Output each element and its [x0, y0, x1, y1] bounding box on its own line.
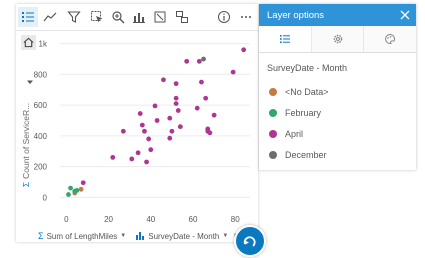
legend-item[interactable]: <No Data> — [269, 81, 416, 102]
scatter-point[interactable] — [173, 81, 179, 87]
scatter-point[interactable] — [154, 118, 160, 123]
legend-item[interactable]: February — [269, 102, 416, 123]
x-tick-label: 20 — [104, 215, 113, 224]
gear-icon — [333, 34, 342, 44]
x-tick-label: 0 — [64, 215, 69, 224]
legend-label: <No Data> — [285, 86, 329, 97]
legend-icon[interactable] — [18, 7, 38, 27]
scatter-point[interactable] — [211, 112, 217, 118]
legend-list: <No Data> February April December — [259, 81, 416, 165]
tab-appearance[interactable] — [363, 26, 417, 52]
legend-item[interactable]: December — [269, 144, 416, 165]
y-tick-label: 800 — [34, 70, 48, 79]
info-icon[interactable] — [214, 7, 234, 27]
y-tick-label: 1k — [39, 40, 48, 49]
scatter-point[interactable] — [173, 101, 179, 106]
scatter-point[interactable] — [201, 56, 206, 62]
scatter-point[interactable] — [129, 156, 135, 162]
legend-section-title: SurveyDate - Month — [267, 63, 348, 73]
scatter-point[interactable] — [146, 136, 152, 142]
scatter-point[interactable] — [78, 186, 84, 192]
panel-tabs — [259, 26, 417, 53]
x-tick-label: 80 — [231, 215, 240, 224]
chart-toolbar — [16, 4, 258, 31]
color-field[interactable]: SurveyDate - Month ▼ — [136, 232, 228, 241]
scatter-point[interactable] — [152, 103, 158, 109]
legend-swatch — [269, 150, 277, 159]
selection-icon[interactable] — [87, 7, 107, 27]
chart-card: Σ Count of ServiceR... 0 200 400 600 800 1k 0 2… — [16, 4, 258, 243]
zoom-icon[interactable] — [108, 7, 128, 27]
scatter-point[interactable] — [137, 111, 143, 116]
tab-style[interactable] — [310, 26, 364, 52]
x-tick-label: 40 — [146, 215, 155, 224]
caret-down-icon: ▼ — [222, 233, 229, 239]
trend-line-icon[interactable] — [40, 7, 60, 27]
flip-card-icon[interactable] — [172, 7, 192, 27]
scatter-point[interactable] — [68, 185, 73, 191]
chart-type-icon[interactable] — [129, 7, 149, 27]
scatter-point[interactable] — [135, 150, 141, 156]
y-tick-label: 0 — [43, 193, 48, 202]
scatter-point[interactable] — [148, 147, 154, 153]
rotate-icon — [243, 236, 256, 247]
legend-label: December — [285, 149, 327, 160]
palette-icon — [385, 33, 396, 44]
y-tick-label: 200 — [34, 163, 48, 172]
scatter-point[interactable] — [184, 58, 190, 64]
scatter-point[interactable] — [173, 95, 179, 101]
legend-item[interactable]: April — [269, 123, 416, 144]
layer-options-panel: Layer options SurveyDate - Month <No Dat… — [259, 4, 417, 170]
scatter-point[interactable] — [120, 128, 126, 134]
scatter-point[interactable] — [66, 192, 71, 197]
y-tick-label: 400 — [34, 132, 48, 141]
y-tick-label: 600 — [34, 101, 48, 110]
scatter-point[interactable] — [177, 124, 183, 130]
tab-legend[interactable] — [259, 26, 311, 52]
visualization-action-button[interactable] — [234, 225, 266, 257]
scatter-point[interactable] — [142, 128, 147, 134]
maximize-icon[interactable] — [150, 7, 170, 27]
sigma-icon: Σ — [38, 231, 44, 241]
scatter-point[interactable] — [196, 58, 202, 64]
caret-down-icon: ▼ — [120, 233, 127, 239]
panel-header: Layer options — [259, 4, 416, 26]
scatter-point[interactable] — [230, 69, 236, 75]
scatter-point[interactable] — [194, 105, 200, 111]
color-field-label: SurveyDate - Month — [148, 231, 220, 241]
chart-footer: Σ Sum of LengthMiles ▼ SurveyDate - Mont… — [36, 230, 256, 242]
panel-title: Layer options — [267, 9, 325, 21]
scatter-plot-svg: 0 200 400 600 800 1k 0 20 40 60 80 — [34, 40, 250, 224]
scatter-point[interactable] — [167, 135, 173, 141]
scatter-point[interactable] — [203, 95, 209, 101]
scatter-point[interactable] — [144, 159, 149, 165]
scatter-point[interactable] — [110, 154, 116, 160]
scatter-point[interactable] — [199, 79, 204, 85]
legend-swatch — [269, 129, 277, 138]
scatter-point[interactable] — [241, 47, 247, 53]
category-icon — [136, 232, 145, 240]
more-icon[interactable] — [236, 7, 256, 27]
scatter-point[interactable] — [74, 188, 80, 193]
scatter-point[interactable] — [169, 128, 175, 134]
scatter-point[interactable] — [80, 180, 86, 186]
filter-icon[interactable] — [64, 7, 84, 27]
scatter-point[interactable] — [175, 108, 181, 113]
legend-swatch — [269, 108, 277, 117]
legend-label: February — [285, 107, 322, 118]
legend-label: April — [285, 128, 304, 139]
legend-swatch — [269, 87, 277, 96]
close-icon[interactable] — [400, 10, 410, 20]
scatter-point[interactable] — [161, 77, 166, 83]
scatter-point[interactable] — [139, 122, 145, 128]
scatter-point[interactable] — [207, 130, 213, 136]
x-axis-field[interactable]: Σ Sum of LengthMiles ▼ — [38, 231, 126, 241]
legend-icon — [279, 35, 290, 43]
x-tick-label: 60 — [189, 215, 198, 224]
scatter-point[interactable] — [167, 115, 173, 121]
scatter-plot: 0 200 400 600 800 1k 0 20 40 60 80 — [16, 30, 258, 230]
x-axis-field-label: Sum of LengthMiles — [46, 231, 118, 241]
